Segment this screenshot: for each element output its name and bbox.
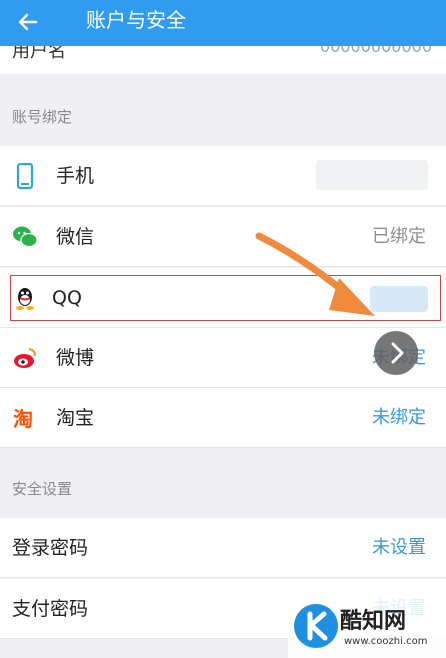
security-section-title: 安全设置 xyxy=(12,480,73,498)
pay-password-label: 支付密码 xyxy=(12,598,89,620)
bind-label-taobao: 淘宝 xyxy=(56,407,95,429)
floating-next-button[interactable] xyxy=(374,331,418,375)
binding-section-title: 账号绑定 xyxy=(12,108,73,126)
back-arrow-icon[interactable] xyxy=(14,8,42,36)
username-row[interactable]: 用户名 00000000000 xyxy=(0,46,446,74)
bind-label-weibo: 微博 xyxy=(56,347,95,369)
watermark-url: www.coozhi.com xyxy=(344,636,428,647)
page-title: 账户与安全 xyxy=(86,8,186,32)
phone-icon xyxy=(16,163,34,189)
bind-label-phone: 手机 xyxy=(56,165,95,187)
pointer-arrow-icon xyxy=(255,232,375,316)
username-value: 00000000000 xyxy=(320,46,432,56)
bind-row-phone[interactable]: 手机 xyxy=(0,146,446,206)
bind-row-taobao[interactable]: 淘 淘宝 未绑定 xyxy=(0,388,446,448)
security-row-login-password[interactable]: 登录密码 未设置 xyxy=(0,518,446,578)
wechat-icon xyxy=(13,226,38,248)
login-password-label: 登录密码 xyxy=(12,537,89,559)
blurred-phone-number xyxy=(316,160,428,190)
bind-status-taobao[interactable]: 未绑定 xyxy=(372,388,426,448)
watermark-name: 酷知网 xyxy=(340,609,407,634)
taobao-icon: 淘 xyxy=(13,407,33,431)
title-bar: 账户与安全 xyxy=(0,0,446,46)
chevron-right-icon xyxy=(391,342,404,364)
bind-label-wechat: 微信 xyxy=(56,226,95,248)
login-password-status[interactable]: 未设置 xyxy=(372,518,426,578)
weibo-icon xyxy=(14,348,36,368)
username-label: 用户名 xyxy=(12,46,66,62)
svg-text:淘: 淘 xyxy=(13,407,33,431)
